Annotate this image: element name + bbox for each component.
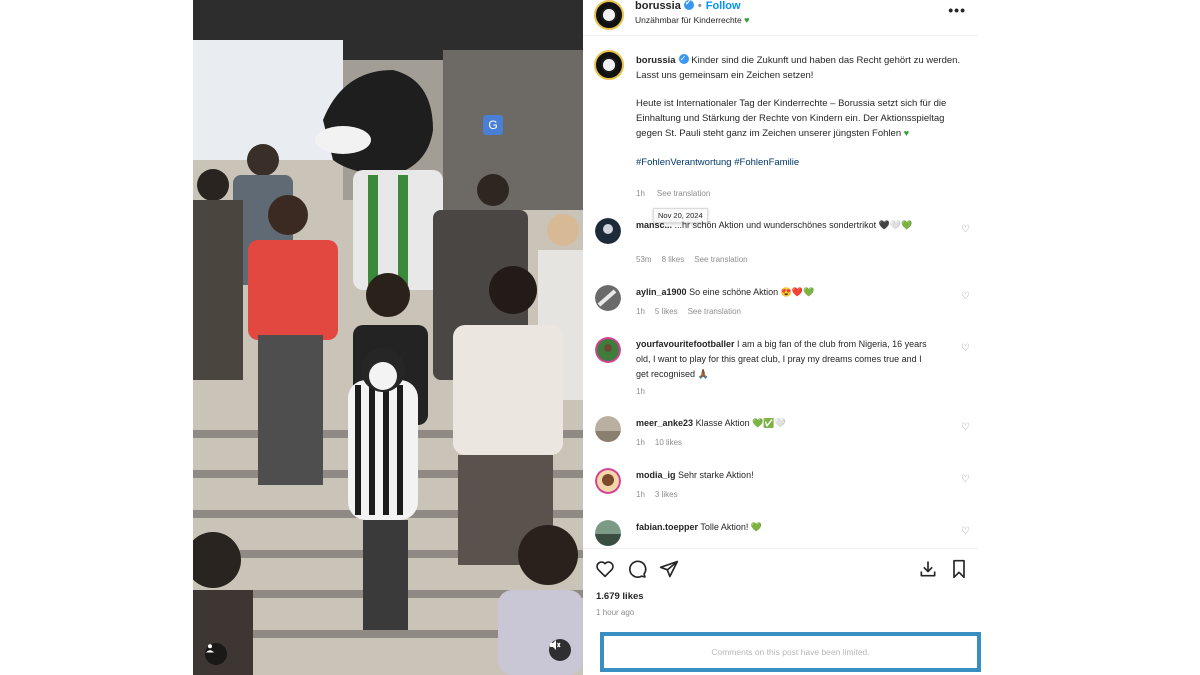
share-icon[interactable]: [658, 558, 680, 580]
comment-see-translation[interactable]: See translation: [688, 307, 741, 316]
post-header: borussia • Follow Unzähmbar für Kinderrech…: [583, 0, 978, 36]
avatar[interactable]: [595, 337, 621, 363]
green-heart-icon: ♥: [744, 15, 750, 25]
verified-icon: [683, 0, 694, 10]
comment-text: mansc... ...hr schön Aktion und wundersc…: [636, 218, 936, 233]
comment-body: Sehr starke Aktion!: [678, 470, 754, 480]
avatar[interactable]: [595, 468, 621, 494]
comment-username[interactable]: yourfavouritefootballer: [636, 339, 735, 349]
caption-avatar[interactable]: [594, 50, 624, 80]
comment-like-icon[interactable]: ♡: [961, 224, 970, 235]
instagram-post-view: G borussia • Follow Unzähmbar für Kinderre…: [0, 0, 1200, 675]
comment-time[interactable]: 1h: [636, 438, 645, 447]
comment-time[interactable]: 53m: [636, 255, 652, 264]
header-subtitle: Unzähmbar für Kinderrechte: [635, 15, 742, 25]
comments-limited-notice: Comments on this post have been limited.: [600, 632, 981, 672]
comment-time[interactable]: 1h: [636, 307, 645, 316]
comment-icon[interactable]: [626, 558, 648, 580]
download-icon[interactable]: [917, 558, 939, 580]
avatar[interactable]: [595, 416, 621, 442]
comment-username[interactable]: fabian.toepper: [636, 522, 698, 532]
bookmark-icon[interactable]: [948, 558, 970, 580]
post-time-ago[interactable]: 1 hour ago: [596, 608, 634, 617]
comment-meta: 1h 10 likes: [636, 438, 692, 447]
caption-meta: 1h See translation: [636, 189, 722, 198]
comment-likes[interactable]: 5 likes: [655, 307, 678, 316]
green-heart-icon: ♥: [903, 128, 910, 138]
comment-meta: 53m 8 likes See translation: [636, 255, 758, 264]
avatar[interactable]: [595, 218, 621, 244]
post-side-panel: borussia • Follow Unzähmbar für Kinderrech…: [583, 0, 978, 675]
comment-body: Tolle Aktion! 💚: [700, 522, 763, 532]
avatar[interactable]: [595, 520, 621, 546]
header-username-row: borussia • Follow: [635, 0, 741, 12]
caption-see-translation[interactable]: See translation: [657, 189, 710, 198]
caption-line2: Heute ist Internationaler Tag der Kinder…: [636, 98, 947, 139]
comment-like-icon[interactable]: ♡: [961, 526, 970, 537]
comment-body: So eine schöne Aktion 😍❤️💚: [689, 287, 815, 297]
separator: •: [697, 0, 702, 12]
comment-text: modia_ig Sehr starke Aktion!: [636, 468, 936, 483]
likes-count[interactable]: 1.679 likes: [596, 591, 644, 602]
comment-text: aylin_a1900 So eine schöne Aktion 😍❤️💚: [636, 285, 936, 300]
comment-body: Klasse Aktion 💚✅🤍: [695, 418, 786, 428]
avatar[interactable]: [594, 0, 624, 30]
photo-illustration: [193, 0, 583, 675]
translate-icon[interactable]: G: [483, 115, 503, 135]
comment-meta: 1h: [636, 387, 655, 396]
comment-text: yourfavouritefootballer I am a big fan o…: [636, 337, 936, 382]
follow-button[interactable]: Follow: [706, 0, 741, 12]
caption-time[interactable]: 1h: [636, 189, 645, 198]
header-subtitle-row: Unzähmbar für Kinderrechte ♥: [635, 15, 750, 25]
comment-like-icon[interactable]: ♡: [961, 474, 970, 485]
avatar[interactable]: [595, 285, 621, 311]
comment-item: fabian.toepper Tolle Aktion! 💚 ♡: [583, 520, 978, 546]
comment-meta: 1h 5 likes See translation: [636, 307, 751, 316]
comment-body: ...hr schön Aktion und wunderschönes son…: [674, 220, 913, 230]
comment-like-icon[interactable]: ♡: [961, 291, 970, 302]
post-actions-bar: [583, 548, 978, 588]
comment-meta: 1h 3 likes: [636, 490, 688, 499]
comment-likes[interactable]: 10 likes: [655, 438, 682, 447]
more-options-icon[interactable]: •••: [948, 2, 966, 18]
post-media-photo[interactable]: G: [193, 0, 583, 675]
comment-like-icon[interactable]: ♡: [961, 343, 970, 354]
post-caption: borussia Kinder sind die Zukunft und hab…: [636, 52, 961, 170]
comment-time[interactable]: 1h: [636, 490, 645, 499]
comment-username[interactable]: mansc...: [636, 220, 672, 230]
comment-see-translation[interactable]: See translation: [694, 255, 747, 264]
comment-likes[interactable]: 3 likes: [655, 490, 678, 499]
header-username[interactable]: borussia: [635, 0, 681, 12]
comment-username[interactable]: modia_ig: [636, 470, 676, 480]
mute-icon[interactable]: [549, 639, 571, 661]
caption-hashtags[interactable]: #FohlenVerantwortung #FohlenFamilie: [636, 157, 799, 168]
comment-time[interactable]: 1h: [636, 387, 645, 396]
person-tag-icon[interactable]: [205, 643, 227, 665]
verified-icon: [678, 52, 689, 67]
comment-like-icon[interactable]: ♡: [961, 422, 970, 433]
caption-username[interactable]: borussia: [636, 55, 676, 66]
comment-username[interactable]: meer_anke23: [636, 418, 693, 428]
heart-icon[interactable]: [594, 558, 616, 580]
comment-username[interactable]: aylin_a1900: [636, 287, 687, 297]
comment-likes[interactable]: 8 likes: [662, 255, 685, 264]
comment-text: fabian.toepper Tolle Aktion! 💚: [636, 520, 936, 535]
comment-text: meer_anke23 Klasse Aktion 💚✅🤍: [636, 416, 936, 431]
